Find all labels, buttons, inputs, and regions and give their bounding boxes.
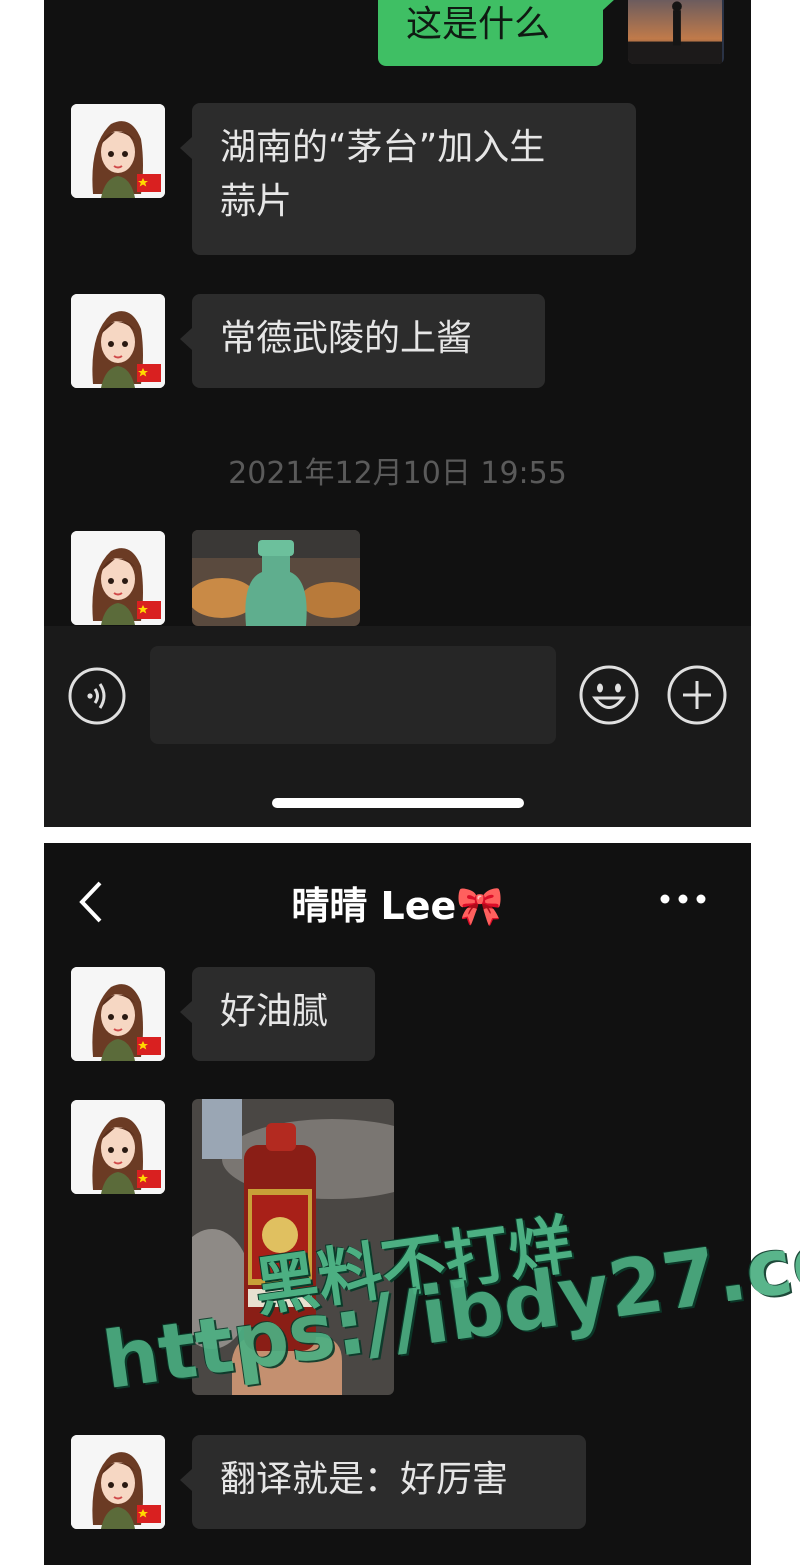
voice-wave-icon[interactable] [68, 667, 126, 729]
photo-message-bottle-green[interactable] [192, 530, 360, 626]
ribbon-emoji: 🎀 [456, 884, 504, 928]
incoming-message-bubble[interactable]: 常德武陵的上酱 [180, 294, 545, 388]
contact-avatar[interactable] [71, 1100, 165, 1194]
contact-name: 晴晴 Lee [291, 884, 457, 928]
chat-screen-top: 这是什么 湖南的“茅台”加入生 蒜片 常德武陵的上酱 2021年12月10日 1… [44, 0, 751, 827]
incoming-message-bubble[interactable]: 好油腻 [180, 967, 375, 1061]
message-text: 常德武陵的上酱 [220, 318, 473, 359]
message-text-line: 蒜片 [220, 181, 293, 222]
contact-avatar[interactable] [71, 294, 165, 388]
home-indicator[interactable] [272, 798, 524, 808]
message-text-line: 湖南的“茅台”加入生 [220, 127, 546, 168]
message-text: 好油腻 [220, 991, 329, 1032]
chat-title: 晴晴 Lee🎀 [44, 875, 751, 930]
contact-avatar[interactable] [71, 531, 165, 625]
contact-avatar[interactable] [71, 104, 165, 198]
message-timestamp: 2021年12月10日 19:55 [228, 456, 567, 491]
ellipsis-icon[interactable] [658, 891, 708, 910]
chat-header: 晴晴 Lee🎀 [44, 843, 751, 953]
outgoing-message-text: 这是什么 [406, 4, 551, 45]
plus-circle-icon[interactable] [667, 665, 727, 729]
incoming-message-bubble[interactable]: 湖南的“茅台”加入生 蒜片 [180, 103, 636, 255]
message-input[interactable] [150, 646, 556, 744]
contact-avatar[interactable] [71, 967, 165, 1061]
chat-input-bar [44, 626, 751, 827]
contact-avatar[interactable] [71, 1435, 165, 1529]
incoming-message-bubble[interactable]: 翻译就是：好厉害 [180, 1435, 586, 1529]
chat-screen-bottom: 晴晴 Lee🎀 好油腻 翻译就是：好厉害 [44, 843, 751, 1565]
my-avatar[interactable] [628, 0, 724, 64]
outgoing-message-bubble[interactable]: 这是什么 [378, 0, 615, 66]
smiley-icon[interactable] [579, 665, 639, 729]
message-text: 翻译就是：好厉害 [220, 1459, 509, 1500]
